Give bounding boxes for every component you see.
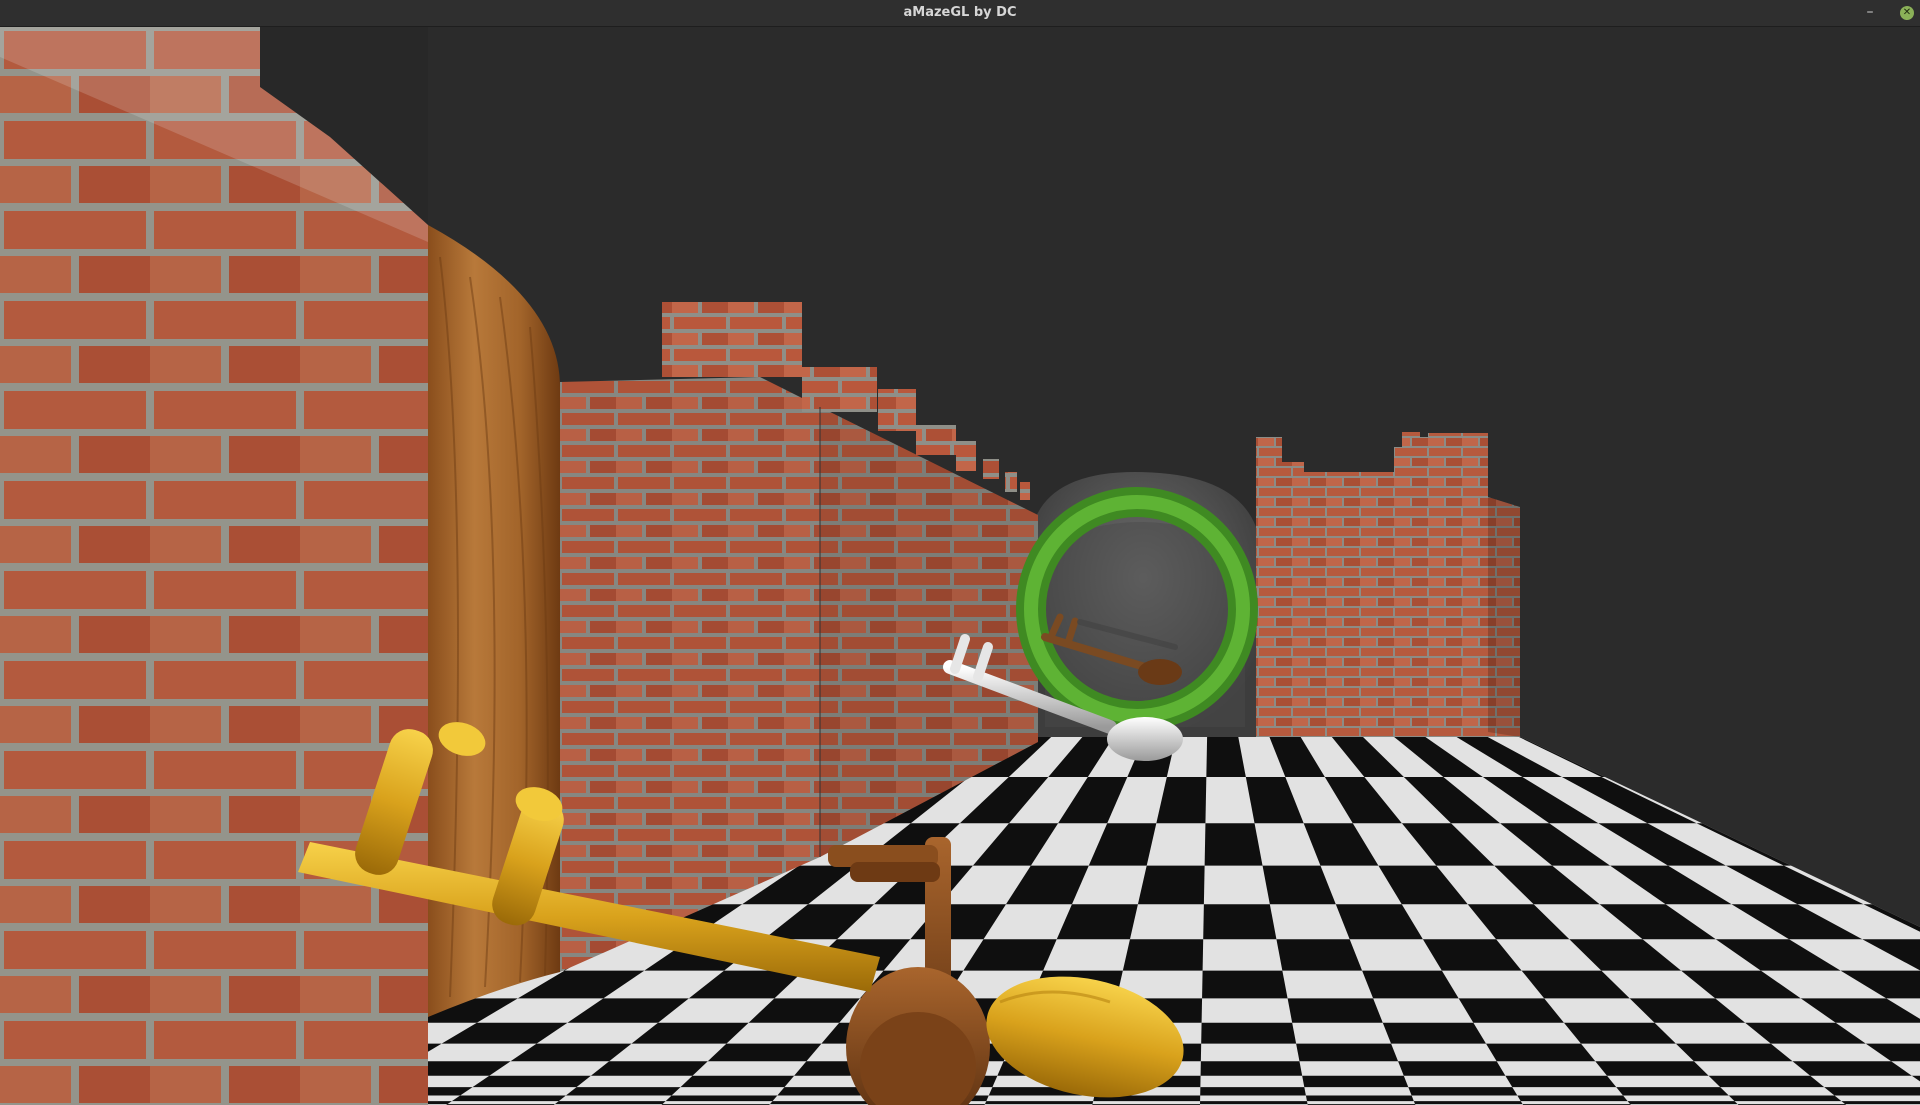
floor-tile (1200, 1061, 1303, 1076)
floor-tile (1408, 1087, 1518, 1096)
floor-tile (769, 1101, 880, 1105)
floor-tile (1200, 1087, 1306, 1096)
floor-tile (707, 1043, 822, 1062)
floor-tile (1627, 1101, 1738, 1105)
floor-tile (1595, 1061, 1709, 1076)
floor-tile (565, 1087, 681, 1096)
floor-tile (554, 1101, 666, 1105)
floor-tile (1202, 970, 1288, 999)
floor-tile (1137, 865, 1205, 905)
floor-tile (1792, 1061, 1912, 1076)
floor-tile (1382, 1022, 1487, 1044)
close-button[interactable]: ✕ (1900, 6, 1914, 20)
window-title: aMazeGL by DC (903, 5, 1017, 20)
floor-tile (451, 1095, 566, 1102)
floor-tile (1794, 823, 1920, 866)
floor-tile (1296, 1043, 1399, 1062)
floor-tile (984, 1101, 1094, 1105)
game-viewport[interactable] (0, 27, 1920, 1105)
floor-tile (665, 1095, 778, 1102)
floor-tile (1362, 970, 1459, 999)
floor-tile (1486, 1043, 1596, 1062)
floor-tile (1204, 823, 1263, 866)
floor-tile (1287, 998, 1383, 1023)
floor-tile (1505, 1075, 1617, 1088)
floor-tile (1824, 1087, 1920, 1096)
floor-tile (1841, 1101, 1920, 1105)
floor-tile (1305, 1095, 1414, 1102)
floor-tile (590, 1061, 708, 1076)
floor-tile (1708, 1075, 1825, 1088)
floor-tile (1398, 1061, 1506, 1076)
floor-tile (1517, 1095, 1628, 1102)
floor-tile (1728, 1095, 1842, 1102)
floor-tile (1201, 1022, 1297, 1044)
floor-tile (1276, 939, 1363, 971)
minimize-button[interactable]: – (1860, 3, 1880, 23)
brick-wall-left (0, 27, 428, 1105)
game-scene[interactable] (0, 27, 1920, 1105)
floor-tile (472, 1075, 591, 1088)
window-titlebar: aMazeGL by DC – ✕ (0, 0, 1920, 27)
floor-tile (1122, 939, 1204, 971)
floor-tile (680, 1075, 795, 1088)
floor-tile (1616, 1087, 1729, 1096)
floor-tile (1200, 1101, 1308, 1105)
floor-tile (1203, 904, 1277, 940)
floor-tile (1302, 1075, 1409, 1088)
brick-wall-right (1256, 432, 1520, 737)
floor-tile (1413, 1101, 1523, 1105)
